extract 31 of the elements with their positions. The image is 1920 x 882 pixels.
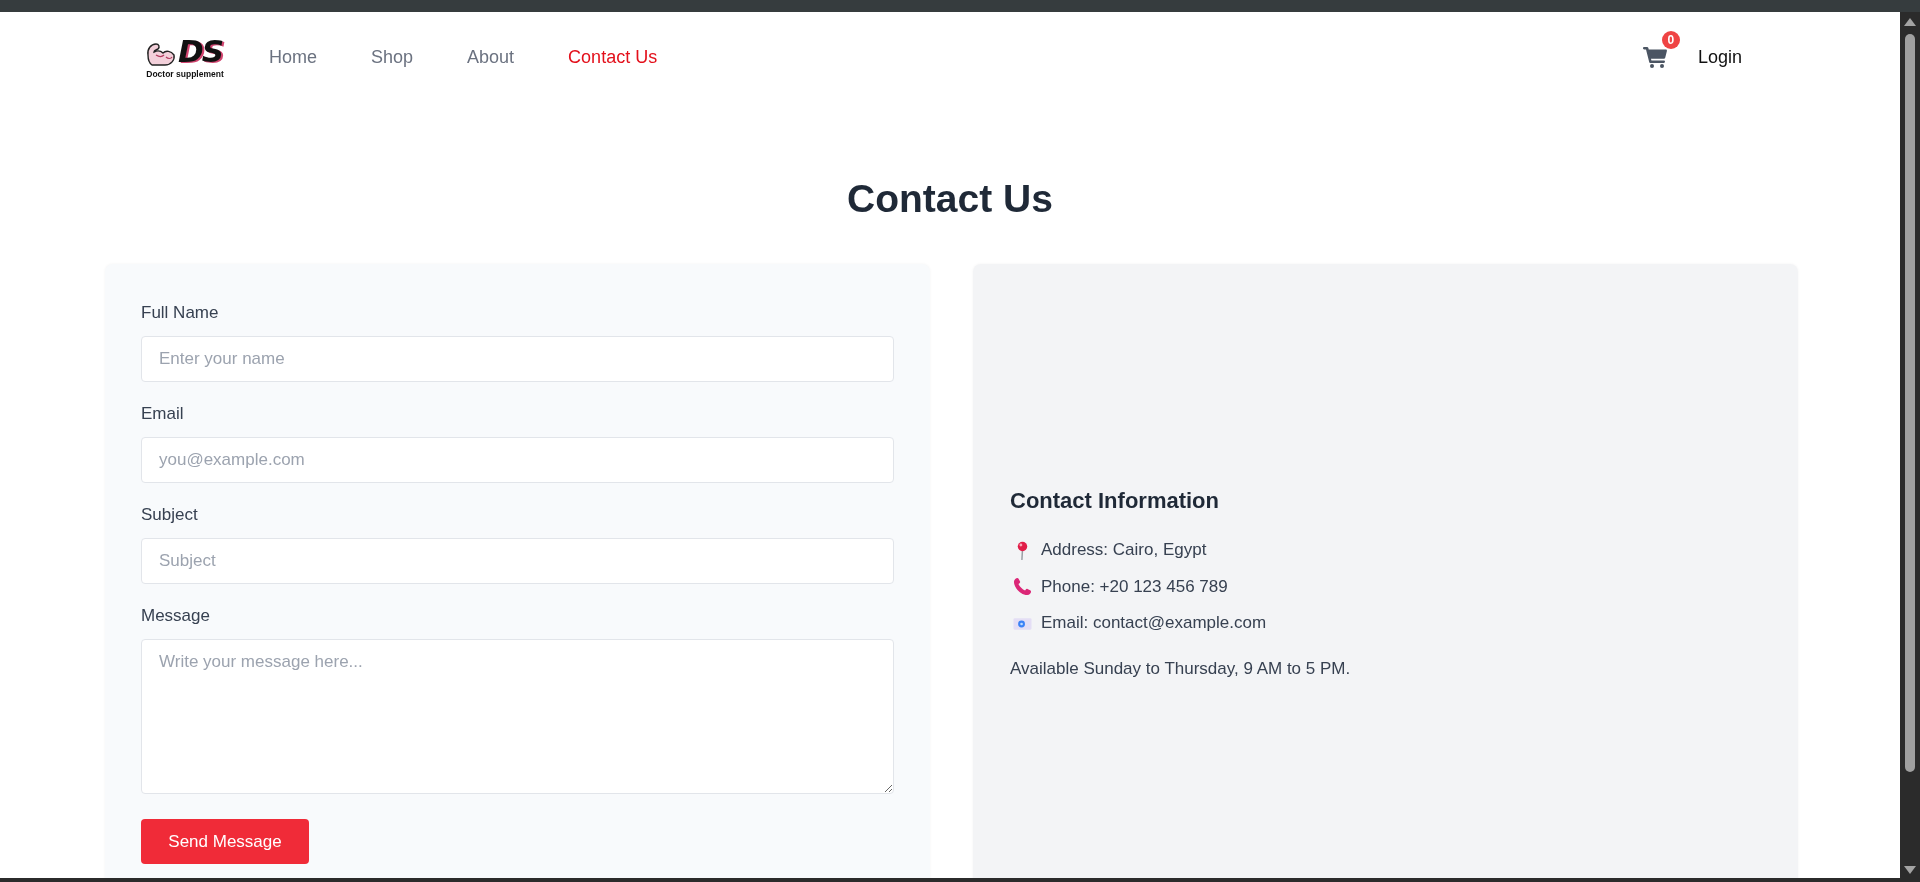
nav-link[interactable]: Contact Us [568,46,658,68]
scrollbar[interactable] [1900,12,1920,882]
field-label: Message [141,605,210,627]
flexed-arm-icon[interactable] [146,40,176,67]
logo-mark[interactable]: DS [177,34,224,67]
cart-count-badge: 0 [1661,30,1680,49]
contact-info-heading: Contact Information [1010,486,1220,515]
contact-detail: Address: Cairo, Egypt [1041,540,1207,560]
scroll-up-arrow-icon[interactable] [1904,18,1916,26]
page-title: Contact Us [846,176,1054,222]
field-label: Full Name [141,302,219,324]
login-link[interactable]: Login [1697,46,1742,68]
cart-icon [1642,46,1667,68]
nav-link[interactable]: Home [269,46,317,68]
scrollbar-thumb[interactable] [1905,34,1915,772]
availability-note: Available Sunday to Thursday, 9 AM to 5 PM. [1010,658,1352,681]
contact-detail: Email: contact@example.com [1041,613,1267,633]
cart-button[interactable] [1642,46,1667,68]
message-textarea[interactable]: Write your message here... [141,639,894,794]
logo-tagline: Doctor supplement [146,68,224,80]
text-input-field[interactable]: Subject [141,538,894,584]
field-label: Email [141,403,184,425]
scroll-down-arrow-icon[interactable] [1904,866,1916,874]
field-label: Subject [141,504,198,526]
text-input-field[interactable]: you@example.com [141,437,894,483]
text-input-field[interactable]: Enter your name [141,336,894,382]
send-message-button[interactable]: Send Message [141,819,309,864]
contact-detail: Phone: +20 123 456 789 [1041,576,1228,597]
telephone-icon [1013,577,1032,596]
nav-link[interactable]: Shop [371,46,414,68]
nav-link[interactable]: About [467,46,515,68]
